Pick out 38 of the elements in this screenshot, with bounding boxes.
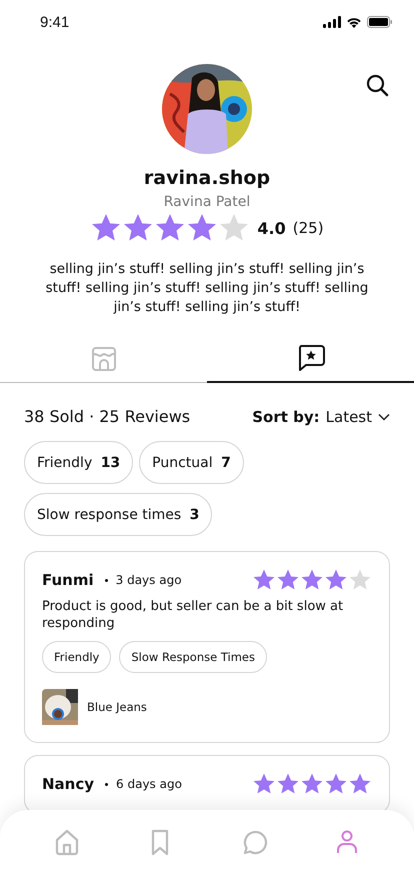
sort-dropdown[interactable]: Sort by: Latest xyxy=(252,408,390,426)
signal-icon xyxy=(323,16,341,28)
star-icon xyxy=(276,568,300,592)
status-time: 9:41 xyxy=(40,14,70,30)
tag-chip[interactable]: Friendly 13 xyxy=(24,441,134,484)
star-icon xyxy=(348,772,372,796)
display-name: Ravina Patel xyxy=(162,194,252,210)
star-icon xyxy=(252,568,276,592)
separator-dot xyxy=(105,782,108,786)
rating-value: 4.0 xyxy=(257,218,286,238)
review-time: 3 days ago xyxy=(116,573,182,587)
star-icon xyxy=(324,568,348,592)
star-icon xyxy=(300,772,324,796)
star-icon xyxy=(252,772,276,796)
separator-dot xyxy=(104,578,108,582)
search-icon[interactable] xyxy=(365,73,389,97)
review-tag: Slow Response Times xyxy=(119,641,267,673)
tag-chip[interactable]: Punctual 7 xyxy=(139,441,244,484)
review-tag: Friendly xyxy=(42,641,112,673)
star-message-icon xyxy=(296,345,324,371)
tag-chip[interactable]: Slow response times 3 xyxy=(24,493,212,536)
username: ravina.shop xyxy=(142,167,272,189)
star-icon xyxy=(300,568,324,592)
star-icon xyxy=(348,568,372,592)
caret-icon xyxy=(378,412,390,420)
battery-icon xyxy=(367,16,392,28)
star-icon xyxy=(276,772,300,796)
bio-text: selling jin’s stuff! selling jin’s stuff! selling jin’s stuff! selling jin’s stuff! selling jin’s stuff! selling jin’s stuff! selling jin’s stuff! xyxy=(44,260,370,317)
star-icon xyxy=(324,772,348,796)
reviewer-name: Nancy xyxy=(42,775,94,793)
product-name: Blue Jeans xyxy=(87,700,147,714)
storefront-icon xyxy=(90,346,116,372)
review-text: Product is good, but seller can be a bit slow at responding xyxy=(42,598,344,632)
review-time: 6 days ago xyxy=(116,777,182,791)
review-count: (25) xyxy=(292,219,324,237)
reviewer-name: Funmi xyxy=(42,571,94,589)
wifi-icon xyxy=(346,16,362,28)
review-summary: 38 Sold · 25 Reviews xyxy=(24,407,190,426)
